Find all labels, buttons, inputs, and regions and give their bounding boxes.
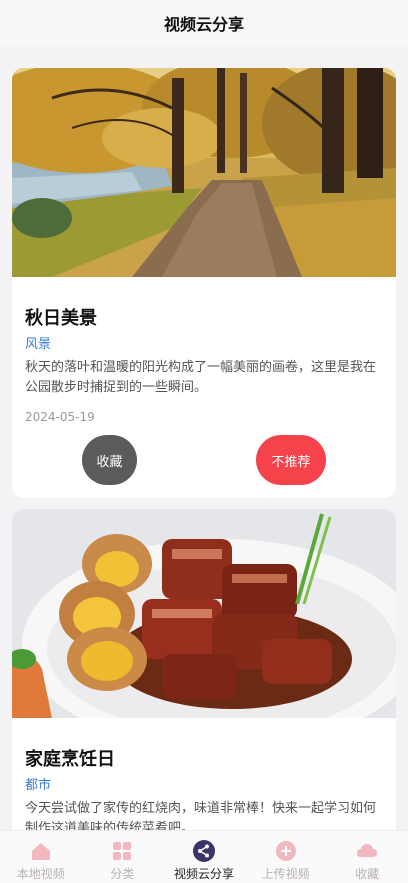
braised-pork-image[interactable] (12, 509, 396, 718)
upload-plus-icon (275, 841, 296, 861)
tab-label: 本地视频 (16, 867, 65, 881)
autumn-park-image[interactable] (12, 68, 396, 277)
post-description: 今天尝试做了家传的红烧肉，味道非常棒！快来一起学习如何制作这道美味的传统菜肴吧。 (25, 801, 377, 830)
post-category[interactable]: 风景 (25, 336, 383, 354)
post-description: 秋天的落叶和温暖的阳光构成了一幅美丽的画卷，这里是我在公园散步时捕捉到的一些瞬间… (25, 360, 377, 395)
tab-label: 收藏 (355, 867, 380, 881)
post-title: 秋日美景 (25, 308, 97, 329)
post-actions: 收藏 不推荐 (12, 426, 396, 496)
favorite-button[interactable]: 收藏 (82, 435, 137, 485)
tab-cloud-share[interactable]: 视频云分享 (163, 831, 245, 883)
tab-favorites[interactable]: 收藏 (326, 831, 408, 883)
tab-upload-video[interactable]: 上传视频 (245, 831, 327, 883)
tab-categories[interactable]: 分类 (82, 831, 164, 883)
bottom-tab-bar: 本地视频 分类 视频云分享 上传视频 收藏 (0, 830, 408, 883)
tab-local-videos[interactable]: 本地视频 (0, 831, 82, 883)
video-card[interactable]: 秋日美景 风景 秋天的落叶和温暖的阳光构成了一幅美丽的画卷，这里是我在公园散步时… (12, 68, 396, 498)
tab-label: 分类 (110, 867, 135, 881)
video-feed[interactable]: 秋日美景 风景 秋天的落叶和温暖的阳光构成了一幅美丽的画卷，这里是我在公园散步时… (0, 46, 408, 830)
page-title: 视频云分享 (163, 15, 244, 34)
video-card[interactable]: 家庭烹饪日 都市 今天尝试做了家传的红烧肉，味道非常棒！快来一起学习如何制作这道… (12, 509, 396, 830)
tab-label: 上传视频 (261, 867, 310, 881)
cloud-icon (357, 844, 378, 857)
not-recommend-button[interactable]: 不推荐 (256, 435, 326, 485)
app-header: 视频云分享 (0, 0, 408, 46)
share-icon (192, 840, 215, 862)
braised-pork-dish-image (12, 509, 396, 718)
post-title: 家庭烹饪日 (25, 749, 115, 770)
autumn-park-path-image (12, 68, 396, 277)
post-category[interactable]: 都市 (25, 777, 383, 795)
grid-icon (113, 842, 132, 860)
tab-label: 视频云分享 (173, 867, 234, 881)
home-icon (31, 843, 50, 860)
post-date: 2024-05-19 (25, 410, 95, 424)
